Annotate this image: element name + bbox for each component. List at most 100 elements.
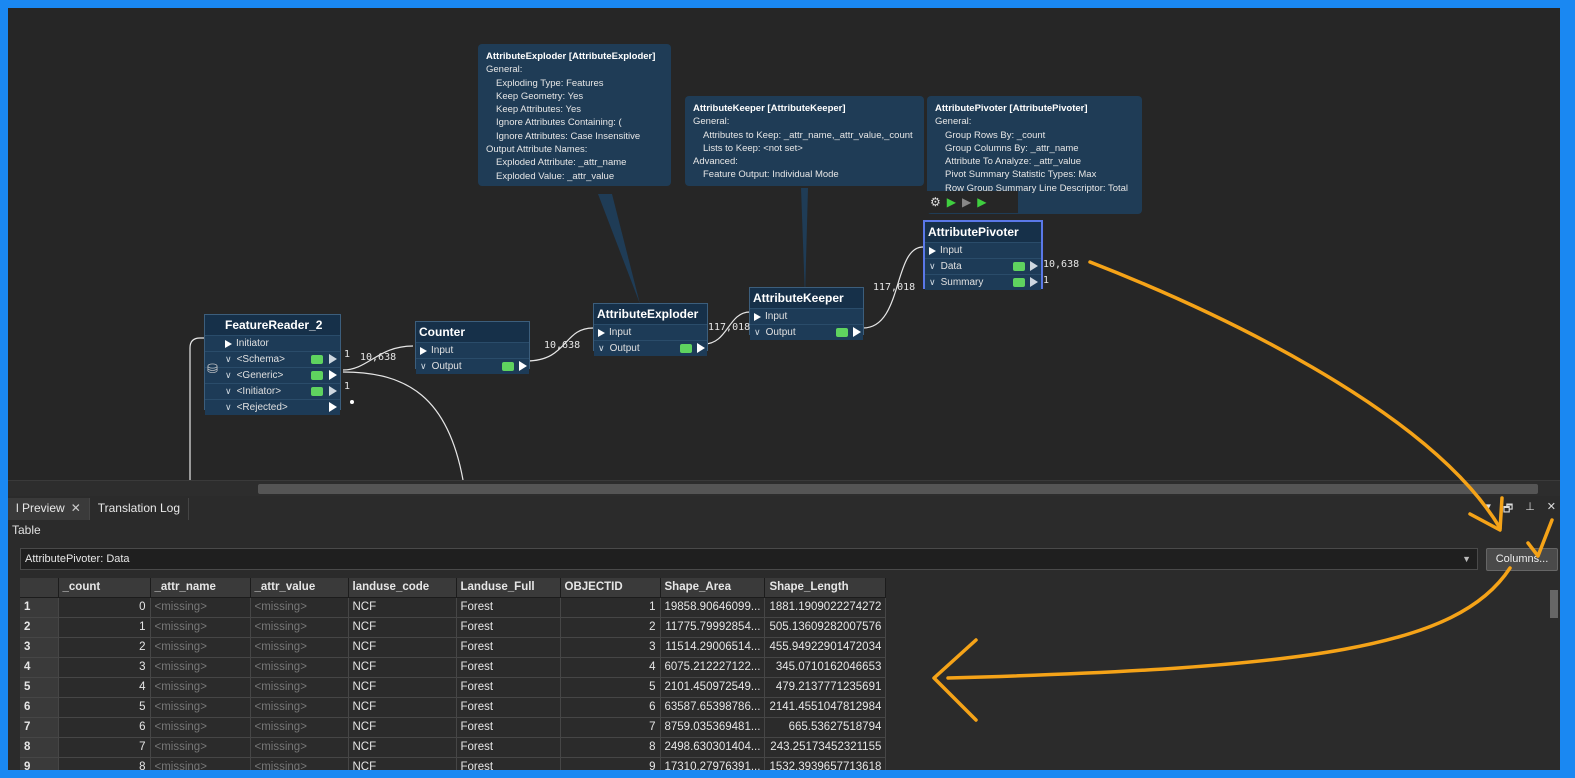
dropdown-icon[interactable]: ▾ xyxy=(1485,500,1491,519)
node-counter[interactable]: Counter Input ∨ Output xyxy=(415,321,530,374)
scrollbar-thumb[interactable] xyxy=(258,484,1538,494)
table-cell: 7 xyxy=(560,717,661,738)
workspace-canvas[interactable]: AttributeExploder [AttributeExploder] Ge… xyxy=(8,8,1560,480)
port-input[interactable]: Input xyxy=(925,242,1041,258)
column-header[interactable]: Shape_Area xyxy=(660,578,766,598)
column-header[interactable]: Landuse_Full xyxy=(456,578,561,598)
table-row[interactable]: 4 3 <missing> <missing> NCF Forest 4 6075.21222… xyxy=(20,657,887,678)
inspect-icon[interactable] xyxy=(502,362,514,371)
tooltip-line: Output Attribute Names: xyxy=(486,144,588,156)
port-initiator-input[interactable]: Initiator xyxy=(205,335,340,351)
inspect-icon[interactable] xyxy=(311,371,323,380)
column-header[interactable]: _count xyxy=(58,578,151,598)
output-arrow-icon[interactable] xyxy=(329,370,337,380)
column-header[interactable]: OBJECTID xyxy=(560,578,661,598)
table-cell: <missing> xyxy=(250,637,349,658)
scrollbar-thumb[interactable] xyxy=(1550,590,1558,618)
output-arrow-icon[interactable] xyxy=(329,386,337,396)
inspect-icon[interactable] xyxy=(311,355,323,364)
port-output[interactable]: ∨ Output xyxy=(594,340,707,356)
column-header[interactable]: _attr_name xyxy=(150,578,251,598)
table-row[interactable]: 3 2 <missing> <missing> NCF Forest 3 11514.2900… xyxy=(20,637,887,658)
node-title: AttributeExploder xyxy=(594,304,707,324)
table-cell: 1 xyxy=(58,617,151,638)
tooltip-line: General: xyxy=(486,64,523,76)
port-input[interactable]: Input xyxy=(416,342,529,358)
port-input[interactable]: Input xyxy=(750,308,863,324)
node-featurereader[interactable]: FeatureReader_2 Initiator ∨ <Schema> ∨ <Ge… xyxy=(204,314,341,415)
inspect-icon[interactable] xyxy=(1013,278,1025,287)
port-input[interactable]: Input xyxy=(594,324,707,340)
chevron-down-icon: ∨ xyxy=(225,354,232,364)
output-arrow-icon[interactable] xyxy=(697,343,705,353)
table-body: 1 0 <missing> <missing> NCF Forest 1 19858.9064… xyxy=(20,597,887,770)
inspect-icon[interactable] xyxy=(311,387,323,396)
port-initiator-output[interactable]: ∨ <Initiator> xyxy=(205,383,340,399)
node-attributepivoter[interactable]: AttributePivoter Input ∨ Data ∨ Summary xyxy=(923,220,1043,290)
node-attributeexploder[interactable]: AttributeExploder Input ∨ Output xyxy=(593,303,708,356)
row-number: 5 xyxy=(20,677,59,698)
table-row[interactable]: 5 4 <missing> <missing> NCF Forest 5 2101.45097… xyxy=(20,677,887,698)
table-cell: 1 xyxy=(560,597,661,618)
tooltip-line: Group Columns By: _attr_name xyxy=(945,142,1079,154)
tooltip-title: AttributePivoter [AttributePivoter] xyxy=(935,103,1088,114)
dataset-select[interactable]: AttributePivoter: Data ▼ xyxy=(20,548,1478,570)
columns-button[interactable]: Columns... xyxy=(1486,548,1558,571)
output-arrow-icon[interactable] xyxy=(1030,261,1038,271)
tab-visual-preview[interactable]: l Preview ✕ xyxy=(8,498,90,520)
output-arrow-icon[interactable] xyxy=(329,402,337,412)
input-arrow-icon xyxy=(929,246,936,255)
inspect-icon[interactable] xyxy=(680,344,692,353)
port-output[interactable]: ∨ Output xyxy=(416,358,529,374)
panel-window-buttons: ▾ 🗗 ⊥ ✕ xyxy=(1485,500,1556,519)
run-from-this-icon[interactable]: ▶ xyxy=(962,195,971,209)
column-header[interactable]: _attr_value xyxy=(250,578,349,598)
restore-icon[interactable]: 🗗 xyxy=(1503,500,1513,519)
table-row[interactable]: 6 5 <missing> <missing> NCF Forest 6 63587.6539… xyxy=(20,697,887,718)
column-header[interactable]: landuse_code xyxy=(348,578,457,598)
table-cell: <missing> xyxy=(150,617,251,638)
run-to-this-icon[interactable]: ▶ xyxy=(947,195,956,209)
port-output[interactable]: ∨ Output xyxy=(750,324,863,340)
close-icon[interactable]: ✕ xyxy=(71,501,81,515)
row-number: 8 xyxy=(20,737,59,758)
output-arrow-icon[interactable] xyxy=(853,327,861,337)
canvas-horizontal-scrollbar[interactable] xyxy=(8,480,1560,496)
inspect-icon[interactable] xyxy=(836,328,848,337)
port-summary[interactable]: ∨ Summary xyxy=(925,274,1041,290)
table-row[interactable]: 9 8 <missing> <missing> NCF Forest 9 17310.2797… xyxy=(20,757,887,770)
inspect-icon[interactable] xyxy=(1013,262,1025,271)
port-label: <Schema> xyxy=(236,354,285,365)
node-attributekeeper[interactable]: AttributeKeeper Input ∨ Output xyxy=(749,287,864,340)
output-arrow-icon[interactable] xyxy=(329,354,337,364)
chevron-down-icon: ∨ xyxy=(754,327,761,337)
gear-icon[interactable]: ⚙ xyxy=(930,195,941,209)
output-arrow-icon[interactable] xyxy=(1030,277,1038,287)
table-cell: 1881.1909022274272 xyxy=(764,597,887,618)
pin-icon[interactable]: ⊥ xyxy=(1525,500,1535,519)
table-cell: 2498.630301404... xyxy=(660,737,766,758)
link-generic-down xyxy=(342,371,464,480)
table-row[interactable]: 2 1 <missing> <missing> NCF Forest 2 11775.7999… xyxy=(20,617,887,638)
count-pivot-data: 10,638 xyxy=(1043,259,1080,270)
table-cell: NCF xyxy=(348,677,457,698)
chevron-down-icon: ∨ xyxy=(225,370,232,380)
column-header[interactable]: Shape_Length xyxy=(764,578,887,598)
port-generic[interactable]: ∨ <Generic> xyxy=(205,367,340,383)
run-selected-icon[interactable]: ▶ xyxy=(977,195,986,209)
close-icon[interactable]: ✕ xyxy=(1547,500,1556,519)
table-row[interactable]: 1 0 <missing> <missing> NCF Forest 1 19858.9064… xyxy=(20,597,887,618)
output-arrow-icon[interactable] xyxy=(519,361,527,371)
input-arrow-icon xyxy=(598,328,605,337)
table-row[interactable]: 7 6 <missing> <missing> NCF Forest 7 8759.03536… xyxy=(20,717,887,738)
table-cell: 3 xyxy=(58,657,151,678)
tab-translation-log[interactable]: Translation Log xyxy=(89,498,190,520)
table-row[interactable]: 8 7 <missing> <missing> NCF Forest 8 2498.63030… xyxy=(20,737,887,758)
port-schema[interactable]: ∨ <Schema> xyxy=(205,351,340,367)
table-cell: 11775.79992854... xyxy=(660,617,766,638)
table-vertical-scrollbar[interactable] xyxy=(1548,578,1560,770)
port-label: <Generic> xyxy=(236,370,284,381)
data-table: _count _attr_name _attr_value landuse_code L… xyxy=(20,578,887,770)
port-rejected[interactable]: ∨ <Rejected> xyxy=(205,399,340,415)
port-data[interactable]: ∨ Data xyxy=(925,258,1041,274)
